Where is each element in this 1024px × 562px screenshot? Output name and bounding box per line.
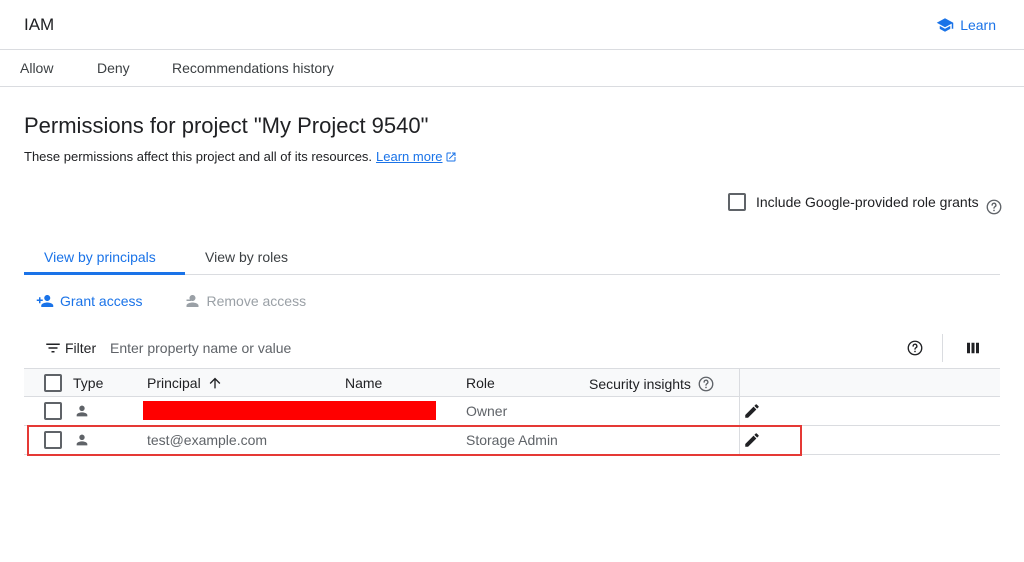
person-icon [76,405,88,417]
learn-label: Learn [960,17,996,33]
edit-icon[interactable] [743,402,761,420]
row-role: Storage Admin [466,432,558,448]
app-header: IAM Learn [0,0,1024,50]
active-tab-indicator [24,272,185,275]
person-remove-icon [186,295,199,307]
column-header-name[interactable]: Name [345,375,382,391]
app-title: IAM [24,15,55,34]
description-text: These permissions affect this project an… [24,149,373,164]
redacted-principal [143,401,436,420]
table-header: Type Principal Name Role Security insigh… [24,368,1000,397]
security-insights-header-label: Security insights [589,376,691,392]
tab-view-by-principals[interactable]: View by principals [44,249,156,265]
table-row: Owner [24,397,1000,426]
select-all-checkbox[interactable] [44,374,62,392]
school-icon [936,18,954,32]
row-role: Owner [466,403,508,419]
edit-icon[interactable] [743,431,761,449]
table-actions: Grant access Remove access [36,292,306,310]
external-link-icon [446,152,456,161]
column-display-icon[interactable] [964,339,982,357]
row-checkbox[interactable] [44,402,62,420]
column-divider [739,426,740,454]
person-icon [76,434,88,446]
table-row: test@example.com Storage Admin [24,426,1000,455]
page-description: These permissions affect this project an… [24,149,457,164]
page-title: Permissions for project "My Project 9540… [24,113,429,138]
remove-access-label: Remove access [206,293,307,309]
grant-access-label: Grant access [60,293,143,309]
security-insights-help-icon[interactable] [697,375,715,393]
learn-button[interactable]: Learn [936,16,996,34]
remove-access-button[interactable]: Remove access [182,292,306,310]
tab-allow[interactable]: Allow [20,60,53,76]
include-google-grants: Include Google-provided role grants [728,188,1003,216]
tab-deny[interactable]: Deny [97,60,130,76]
column-header-principal[interactable]: Principal [147,375,223,391]
grant-access-button[interactable]: Grant access [36,292,142,310]
filter-help-icon[interactable] [906,339,924,357]
view-tabs: View by principals View by roles [24,240,1000,275]
include-google-grants-checkbox[interactable] [728,193,746,211]
learn-more-label: Learn more [376,149,443,164]
principals-table: Type Principal Name Role Security insigh… [24,368,1000,455]
include-google-grants-label: Include Google-provided role grants [756,194,979,210]
column-header-role[interactable]: Role [466,375,495,391]
top-tab-bar: Allow Deny Recommendations history [0,50,1024,87]
column-header-security-insights[interactable]: Security insights [589,375,715,393]
person-add-icon [36,295,54,307]
row-principal: test@example.com [147,432,268,448]
sort-ascending-icon [209,377,221,389]
row-checkbox[interactable] [44,431,62,449]
filter-icon [46,343,60,353]
column-divider [739,369,740,396]
column-header-type[interactable]: Type [73,375,103,391]
learn-more-link[interactable]: Learn more [376,149,456,164]
tab-view-by-roles[interactable]: View by roles [205,249,288,265]
column-divider [739,397,740,425]
toolbar-divider [942,334,943,362]
help-icon[interactable] [985,198,1003,216]
tab-recommendations-history[interactable]: Recommendations history [172,60,334,76]
principal-header-label: Principal [147,375,201,391]
filter-input[interactable] [110,336,610,360]
filter-label: Filter [65,340,97,356]
filter-bar: Filter [24,334,1000,362]
